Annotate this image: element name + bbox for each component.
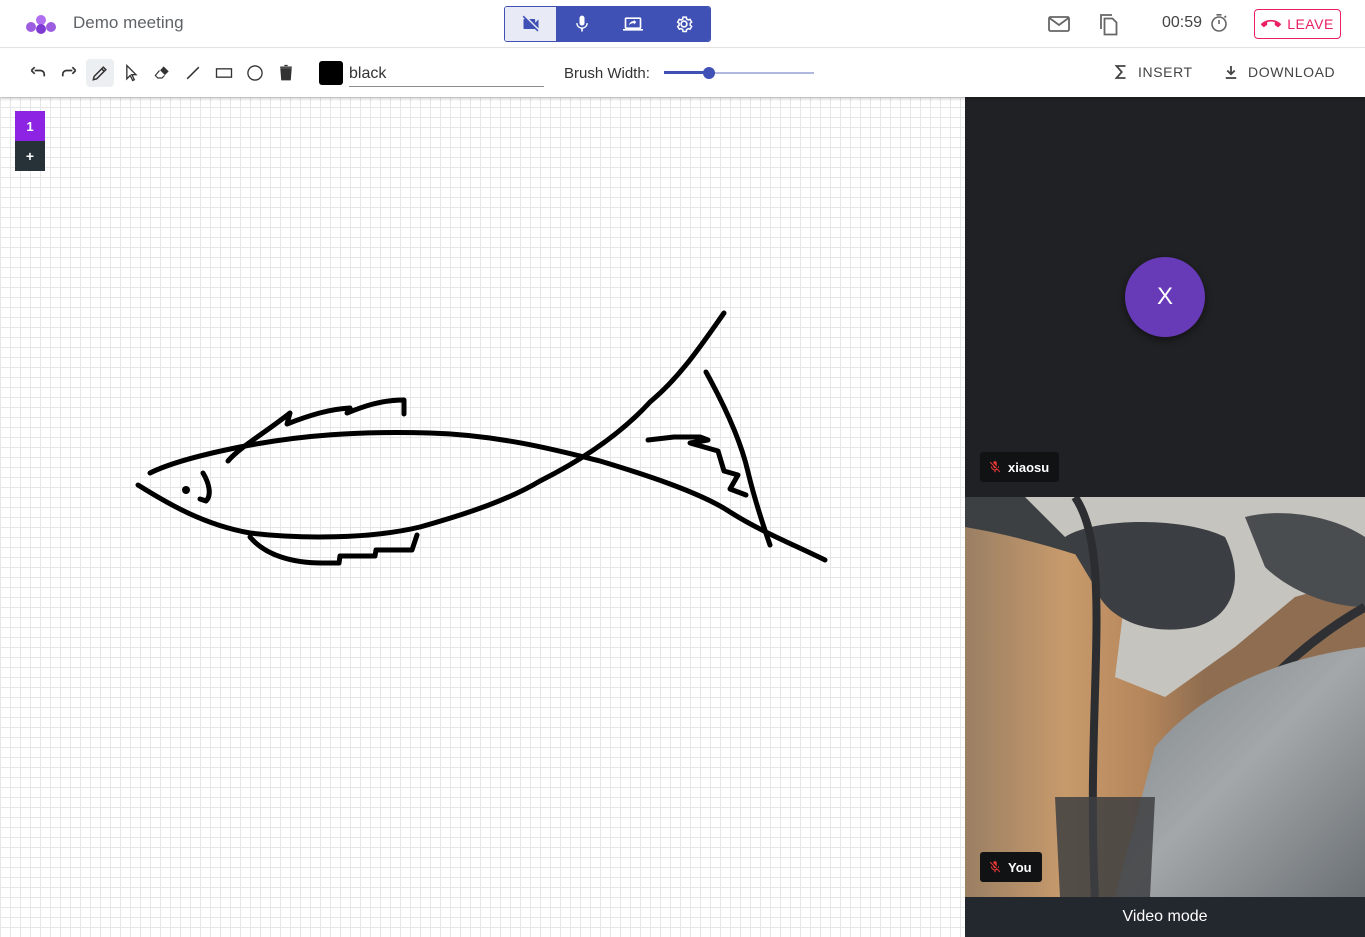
eraser-icon xyxy=(154,66,169,79)
rectangle-tool-button[interactable] xyxy=(210,59,238,87)
whiteboard-canvas[interactable]: 1 + xyxy=(0,97,965,937)
clear-canvas-button[interactable] xyxy=(272,59,300,87)
local-name-tag: You xyxy=(980,852,1042,882)
video-panel: X xiaosu You Video mode xyxy=(965,97,1365,937)
settings-button[interactable] xyxy=(658,7,710,41)
stroke-tail-scribble xyxy=(645,434,749,498)
eraser-tool-button[interactable] xyxy=(148,59,176,87)
rectangle-icon xyxy=(215,68,233,78)
fish-eye xyxy=(182,486,190,494)
top-bar: Demo meeting 00:59 LEAVE xyxy=(0,0,1365,48)
select-tool-button[interactable] xyxy=(117,59,145,87)
mic-off-icon xyxy=(989,861,1001,873)
color-swatch[interactable] xyxy=(319,61,343,85)
video-mode-button[interactable]: Video mode xyxy=(965,897,1365,937)
page-1-button[interactable]: 1 xyxy=(15,111,45,141)
screen-share-button[interactable] xyxy=(607,7,659,41)
participant-name: You xyxy=(1008,859,1032,875)
meeting-timer: 00:59 xyxy=(1162,14,1203,31)
mail-icon[interactable] xyxy=(1046,12,1072,36)
pointer-icon xyxy=(126,63,138,82)
hangup-icon xyxy=(1261,19,1282,28)
download-icon xyxy=(1225,66,1237,79)
slider-thumb[interactable] xyxy=(703,67,715,79)
insert-button[interactable]: INSERT xyxy=(1112,63,1193,81)
remote-name-tag: xiaosu xyxy=(980,452,1060,482)
whiteboard-toolbar: Brush Width: INSERT DOWNLOAD xyxy=(0,49,1365,97)
mic-icon xyxy=(576,15,588,32)
camera-toggle-button[interactable] xyxy=(505,7,557,41)
screen-share-icon xyxy=(623,17,644,31)
undo-icon xyxy=(30,66,46,77)
line-icon xyxy=(186,66,200,80)
timer-icon xyxy=(1211,14,1227,32)
microphone-toggle-button[interactable] xyxy=(556,7,608,41)
fish-drawing xyxy=(135,310,828,566)
redo-button[interactable] xyxy=(55,59,83,87)
stroke-body-bottom xyxy=(135,310,727,540)
camera-feed-image xyxy=(965,497,1365,897)
mic-off-icon xyxy=(989,461,1001,473)
add-page-button[interactable]: + xyxy=(15,141,45,171)
leave-button[interactable]: LEAVE xyxy=(1254,9,1341,39)
app-logo-icon xyxy=(26,15,56,34)
videocam-off-icon xyxy=(522,15,539,32)
gear-icon xyxy=(677,16,694,33)
circle-icon xyxy=(247,65,263,81)
participant-name: xiaosu xyxy=(1008,459,1050,475)
redo-icon xyxy=(61,66,77,77)
pencil-icon xyxy=(92,66,107,81)
leave-label: LEAVE xyxy=(1287,16,1334,32)
media-controls xyxy=(504,6,711,42)
brush-width-label: Brush Width: xyxy=(564,65,650,82)
download-button[interactable]: DOWNLOAD xyxy=(1222,63,1335,81)
sigma-icon xyxy=(1114,65,1126,79)
local-participant-tile: You xyxy=(965,497,1365,897)
download-label: DOWNLOAD xyxy=(1248,64,1336,80)
stroke-gill xyxy=(197,470,212,504)
insert-label: INSERT xyxy=(1138,64,1193,80)
line-tool-button[interactable] xyxy=(179,59,207,87)
page-selector: 1 + xyxy=(15,111,45,171)
meeting-title: Demo meeting xyxy=(73,13,184,32)
brush-width-slider[interactable] xyxy=(664,67,814,79)
circle-tool-button[interactable] xyxy=(241,59,269,87)
avatar: X xyxy=(1125,257,1205,337)
color-name-input[interactable] xyxy=(349,59,544,87)
copy-link-icon[interactable] xyxy=(1095,11,1121,37)
remote-participant-tile: X xiaosu xyxy=(965,97,1365,497)
undo-button[interactable] xyxy=(24,59,52,87)
trash-icon xyxy=(280,64,292,81)
pencil-tool-button[interactable] xyxy=(86,59,114,87)
